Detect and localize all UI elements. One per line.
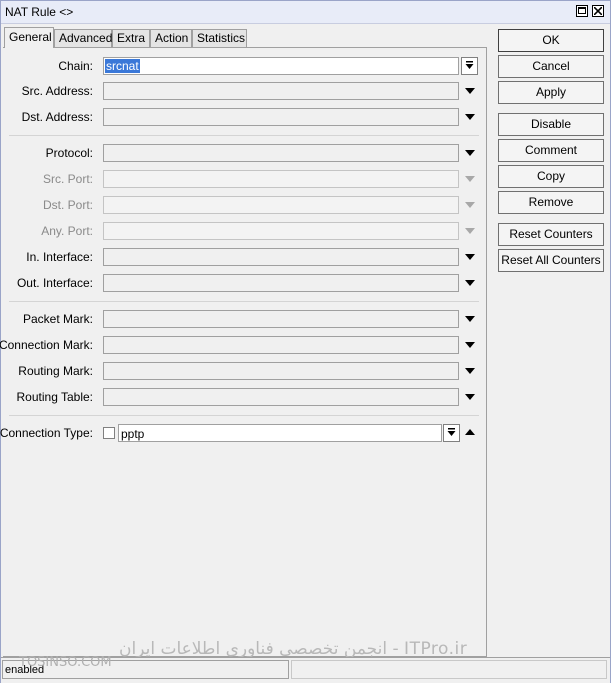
src-address-row: Src. Address: xyxy=(1,82,486,100)
cancel-button[interactable]: Cancel xyxy=(498,55,604,78)
connection-type-dropdown-button[interactable] xyxy=(443,424,460,442)
protocol-input[interactable] xyxy=(103,144,459,162)
copy-button[interactable]: Copy xyxy=(498,165,604,188)
dst-address-dropdown-icon[interactable] xyxy=(465,114,475,120)
dst-address-row: Dst. Address: xyxy=(1,108,486,126)
packet-mark-input[interactable] xyxy=(103,310,459,328)
routing-mark-row: Routing Mark: xyxy=(1,362,486,380)
dst-address-input[interactable] xyxy=(103,108,459,126)
protocol-label: Protocol: xyxy=(45,146,93,160)
dst-port-row: Dst. Port: xyxy=(1,196,486,214)
protocol-row: Protocol: xyxy=(1,144,486,162)
connection-mark-label: Connection Mark: xyxy=(0,338,93,352)
out-interface-row: Out. Interface: xyxy=(1,274,486,292)
window-title: NAT Rule <> xyxy=(5,5,74,19)
collapse-up-icon[interactable] xyxy=(465,429,475,435)
routing-table-row: Routing Table: xyxy=(1,388,486,406)
remove-button[interactable]: Remove xyxy=(498,191,604,214)
src-address-dropdown-icon[interactable] xyxy=(465,88,475,94)
packet-mark-label: Packet Mark: xyxy=(22,312,93,326)
reset-counters-button[interactable]: Reset Counters xyxy=(498,223,604,246)
nat-rule-window: NAT Rule <> General Advanced Extra Actio… xyxy=(0,0,611,683)
chain-dropdown-button[interactable] xyxy=(461,57,478,75)
watermark-text: انجمن تخصصی فناوری اطلاعات ایران - ITPro… xyxy=(119,639,468,659)
dst-port-label: Dst. Port: xyxy=(42,198,93,212)
connection-mark-dropdown-icon[interactable] xyxy=(465,342,475,348)
connection-type-value: pptp xyxy=(121,427,145,441)
dst-port-dropdown-icon[interactable] xyxy=(465,202,475,208)
comment-button[interactable]: Comment xyxy=(498,139,604,162)
routing-mark-dropdown-icon[interactable] xyxy=(465,368,475,374)
tab-extra[interactable]: Extra xyxy=(112,29,150,47)
ok-button[interactable]: OK xyxy=(498,29,604,52)
src-address-label: Src. Address: xyxy=(21,84,93,98)
chain-label: Chain: xyxy=(58,59,93,73)
dst-port-input[interactable] xyxy=(103,196,459,214)
out-interface-input[interactable] xyxy=(103,274,459,292)
chain-input[interactable]: srcnat xyxy=(103,57,459,75)
in-interface-dropdown-icon[interactable] xyxy=(465,254,475,260)
separator xyxy=(9,135,479,136)
in-interface-row: In. Interface: xyxy=(1,248,486,266)
any-port-row: Any. Port: xyxy=(1,222,486,240)
close-icon[interactable] xyxy=(592,5,604,17)
packet-mark-row: Packet Mark: xyxy=(1,310,486,328)
packet-mark-dropdown-icon[interactable] xyxy=(465,316,475,322)
chain-value: srcnat xyxy=(105,59,140,73)
src-port-input[interactable] xyxy=(103,170,459,188)
src-port-label: Src. Port: xyxy=(42,172,93,186)
connection-type-input[interactable]: pptp xyxy=(118,424,442,442)
connection-type-label: Connection Type: xyxy=(0,426,93,440)
dst-address-label: Dst. Address: xyxy=(21,110,93,124)
protocol-dropdown-icon[interactable] xyxy=(465,150,475,156)
out-interface-dropdown-icon[interactable] xyxy=(465,280,475,286)
chain-row: Chain: srcnat xyxy=(1,57,486,75)
watermark-site: TOSINSO.COM xyxy=(19,655,112,670)
status-cell-secondary xyxy=(291,660,607,679)
in-interface-input[interactable] xyxy=(103,248,459,266)
dropdown-list-icon xyxy=(465,61,474,69)
src-port-dropdown-icon[interactable] xyxy=(465,176,475,182)
disable-button[interactable]: Disable xyxy=(498,113,604,136)
any-port-input[interactable] xyxy=(103,222,459,240)
out-interface-label: Out. Interface: xyxy=(16,276,93,290)
routing-table-input[interactable] xyxy=(103,388,459,406)
any-port-label: Any. Port: xyxy=(41,224,93,238)
dropdown-list-icon xyxy=(447,428,456,436)
connection-mark-input[interactable] xyxy=(103,336,459,354)
connection-mark-row: Connection Mark: xyxy=(0,336,486,354)
connection-type-row: Connection Type: pptp xyxy=(0,424,486,442)
tab-statistics[interactable]: Statistics xyxy=(192,29,247,47)
tab-action[interactable]: Action xyxy=(150,29,192,47)
apply-button[interactable]: Apply xyxy=(498,81,604,104)
separator xyxy=(9,415,479,416)
src-port-row: Src. Port: xyxy=(1,170,486,188)
reset-all-counters-button[interactable]: Reset All Counters xyxy=(498,249,604,272)
src-address-input[interactable] xyxy=(103,82,459,100)
tab-general[interactable]: General xyxy=(4,27,54,48)
connection-type-negate-checkbox[interactable] xyxy=(103,427,115,439)
separator xyxy=(9,301,479,302)
routing-table-dropdown-icon[interactable] xyxy=(465,394,475,400)
routing-mark-input[interactable] xyxy=(103,362,459,380)
in-interface-label: In. Interface: xyxy=(26,250,93,264)
routing-table-label: Routing Table: xyxy=(16,390,94,404)
title-bar[interactable]: NAT Rule <> xyxy=(1,1,610,24)
maximize-icon[interactable] xyxy=(576,5,588,17)
routing-mark-label: Routing Mark: xyxy=(18,364,93,378)
tab-advanced[interactable]: Advanced xyxy=(54,29,112,47)
any-port-dropdown-icon[interactable] xyxy=(465,228,475,234)
